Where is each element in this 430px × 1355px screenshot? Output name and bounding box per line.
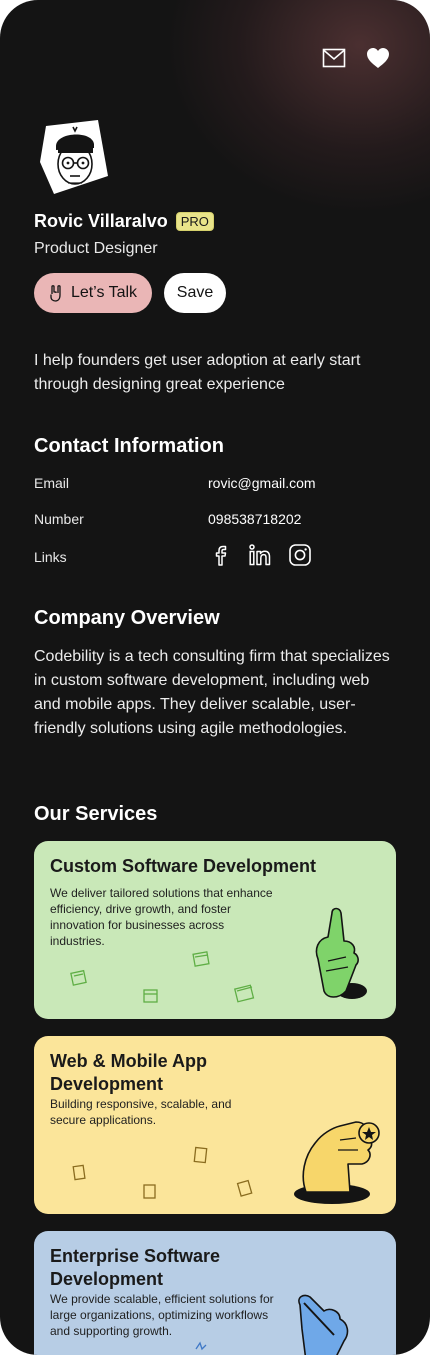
lets-talk-button[interactable]: Let’s Talk	[34, 273, 152, 313]
facebook-icon[interactable]	[208, 543, 232, 572]
services-title: Our Services	[34, 803, 158, 825]
email-value[interactable]: rovic@gmail.com	[208, 475, 316, 491]
contact-email-row: Email rovic@gmail.com	[34, 471, 394, 495]
pen-hand-illustration	[195, 1294, 349, 1355]
pointing-hand-illustration	[70, 907, 367, 1003]
number-value[interactable]: 098538718202	[208, 511, 301, 527]
contact-links-row: Links	[34, 543, 394, 572]
social-links	[208, 543, 312, 572]
avatar	[38, 118, 110, 196]
profile-role: Product Designer	[34, 240, 158, 257]
lets-talk-label: Let’s Talk	[70, 284, 138, 301]
service-card-custom-software[interactable]: Custom Software Development We deliver t…	[34, 841, 396, 1019]
heart-icon[interactable]	[366, 46, 390, 70]
instagram-icon[interactable]	[288, 543, 312, 572]
rock-hand-icon	[50, 285, 61, 302]
profile-name: Rovic Villaralvo	[34, 211, 168, 231]
contact-title: Contact Information	[34, 435, 224, 457]
profile-actions: Let’s Talk Save	[34, 273, 226, 313]
company-overview-text: Codebility is a tech consulting firm tha…	[34, 648, 390, 737]
holding-coin-illustration	[72, 1121, 380, 1204]
email-label: Email	[34, 475, 70, 491]
company-title: Company Overview	[34, 607, 220, 629]
service-card-enterprise[interactable]: Enterprise Software Development We provi…	[34, 1231, 396, 1355]
name-row: Rovic Villaralvo PRO	[34, 211, 214, 232]
number-label: Number	[34, 511, 84, 527]
background-glow	[170, 0, 430, 210]
save-button[interactable]: Save	[164, 273, 226, 313]
save-label: Save	[176, 284, 214, 301]
pro-badge: PRO	[175, 212, 214, 231]
links-label: Links	[34, 549, 67, 565]
top-actions	[322, 46, 390, 70]
mail-icon[interactable]	[322, 46, 346, 70]
linkedin-icon[interactable]	[248, 543, 272, 572]
profile-bio: I help founders get user adoption at ear…	[34, 352, 361, 393]
contact-number-row: Number 098538718202	[34, 507, 394, 531]
service-card-web-mobile[interactable]: Web & Mobile App Development Building re…	[34, 1036, 396, 1214]
profile-screen: Rovic Villaralvo PRO Product Designer Le…	[0, 0, 430, 1355]
